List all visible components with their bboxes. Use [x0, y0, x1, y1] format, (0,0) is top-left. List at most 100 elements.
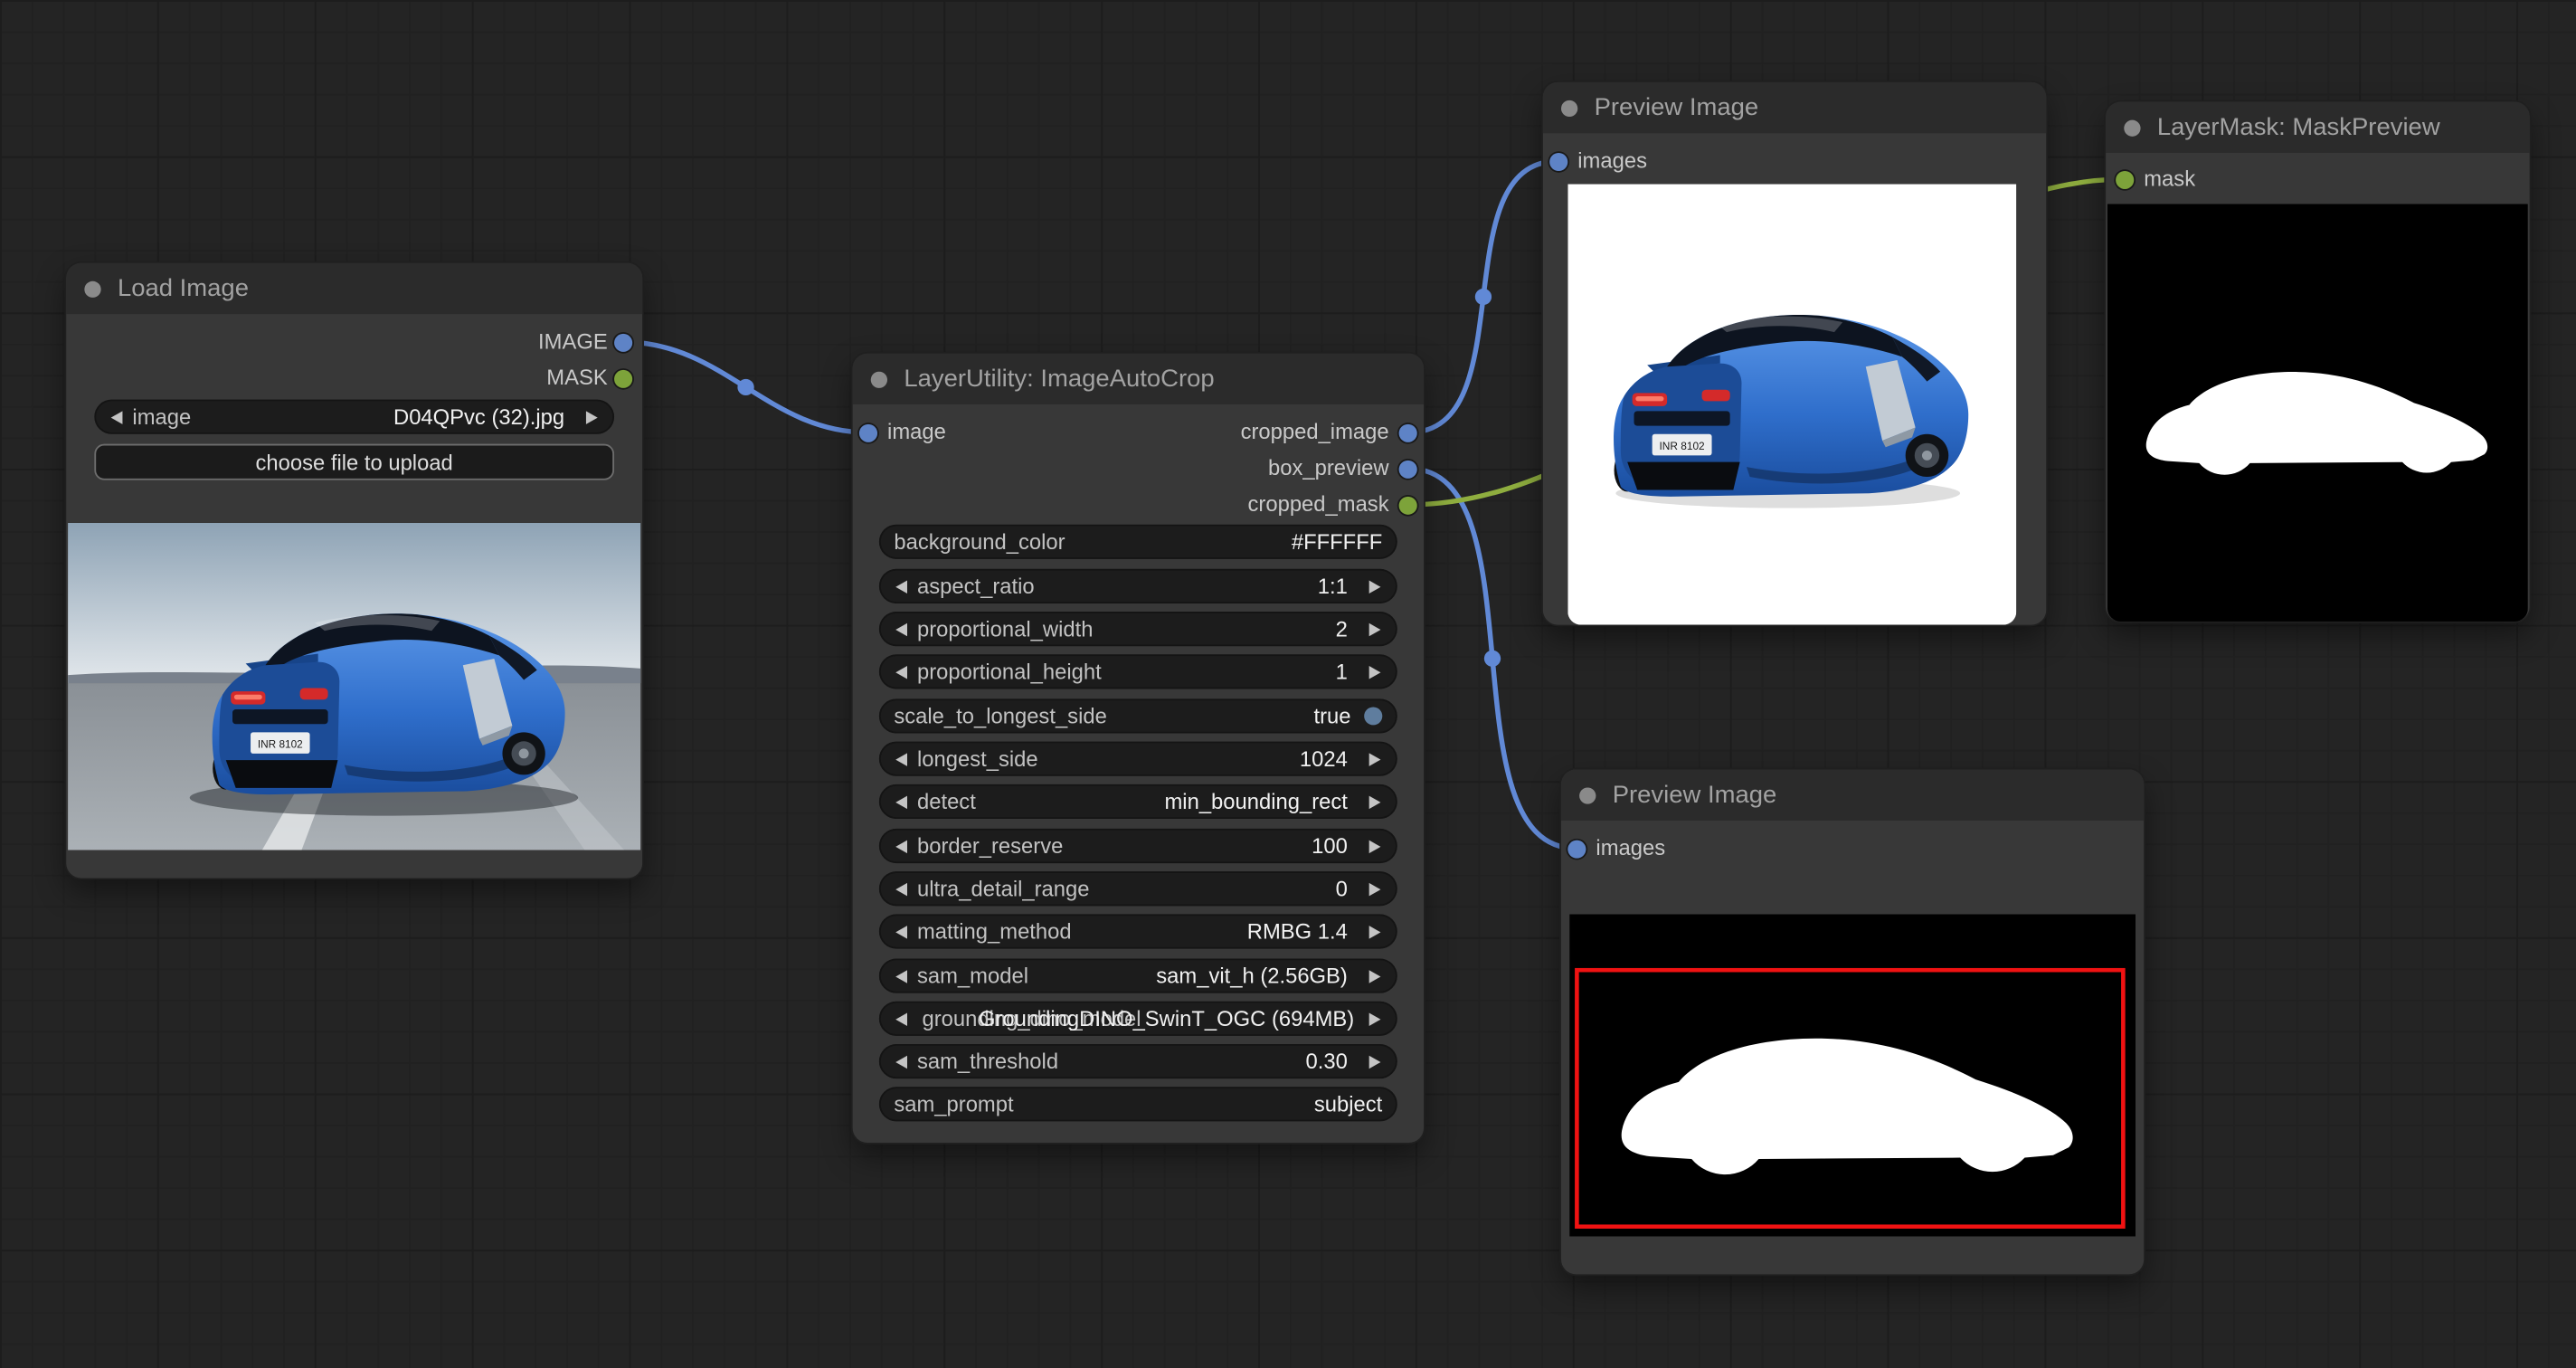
widget-border-reserve[interactable]: border_reserve 100 — [879, 829, 1397, 863]
widget-value: 0.30 — [1306, 1049, 1348, 1073]
decrement-arrow-icon[interactable] — [894, 958, 917, 993]
widget-label: scale_to_longest_side — [894, 704, 1106, 728]
output-port-box-preview[interactable] — [1399, 461, 1417, 479]
decrement-arrow-icon[interactable] — [894, 1002, 917, 1036]
loaded-image-preview — [68, 523, 640, 850]
decrement-arrow-icon[interactable] — [894, 914, 917, 948]
widget-sam-threshold[interactable]: sam_threshold 0.30 — [879, 1044, 1397, 1078]
decrement-arrow-icon[interactable] — [894, 654, 917, 689]
input-port-image[interactable] — [859, 424, 877, 442]
input-port-images[interactable] — [1567, 841, 1586, 859]
widget-label: border_reserve — [917, 833, 1063, 858]
increment-arrow-icon[interactable] — [1359, 829, 1383, 863]
box-preview-image — [1569, 914, 2136, 1236]
widget-value: D04QPvc (32).jpg — [393, 404, 564, 429]
widget-longest-side[interactable]: longest_side 1024 — [879, 742, 1397, 776]
link-midpoint-dot — [1484, 651, 1501, 667]
widget-label: matting_method — [917, 919, 1072, 944]
increment-arrow-icon[interactable] — [1359, 914, 1383, 948]
decrement-arrow-icon[interactable] — [894, 829, 917, 863]
widget-grounding-dino-model[interactable]: grounding_dino_model GroundingDINO_SwinT… — [879, 1002, 1397, 1036]
widget-proportional-width[interactable]: proportional_width 2 — [879, 612, 1397, 646]
link-midpoint-dot — [1475, 289, 1492, 305]
output-label-cropped-image: cropped_image — [1241, 421, 1389, 443]
choose-file-button-label: choose file to upload — [256, 450, 453, 474]
widget-value: #FFFFFF — [1292, 529, 1382, 554]
increment-arrow-icon[interactable] — [1359, 1002, 1383, 1036]
node-graph-canvas[interactable]: INR 8102 Load Image — [0, 0, 2576, 1368]
increment-arrow-icon[interactable] — [1359, 742, 1383, 776]
node-title: Preview Image — [1613, 781, 1777, 809]
widget-label: proportional_height — [917, 660, 1102, 684]
decrement-arrow-icon[interactable] — [894, 871, 917, 906]
widget-sam-model[interactable]: sam_model sam_vit_h (2.56GB) — [879, 958, 1397, 993]
widget-aspect-ratio[interactable]: aspect_ratio 1:1 — [879, 569, 1397, 603]
widget-ultra-detail-range[interactable]: ultra_detail_range 0 — [879, 871, 1397, 906]
increment-arrow-icon[interactable] — [1359, 569, 1383, 603]
node-status-dot-icon — [871, 371, 887, 387]
node-image-autocrop[interactable]: LayerUtility: ImageAutoCrop image croppe… — [853, 354, 1424, 1143]
widget-detect[interactable]: detect min_bounding_rect — [879, 784, 1397, 819]
increment-arrow-icon[interactable] — [1359, 612, 1383, 646]
output-port-mask[interactable] — [614, 370, 632, 388]
output-port-image[interactable] — [614, 334, 632, 352]
widget-label: background_color — [894, 529, 1065, 554]
node-title: Load Image — [118, 274, 249, 302]
mask-image — [2107, 204, 2528, 622]
widget-image-file[interactable]: image D04QPvc (32).jpg — [94, 400, 614, 434]
node-title-bar[interactable]: LayerUtility: ImageAutoCrop — [853, 354, 1424, 404]
widget-label: ultra_detail_range — [917, 877, 1089, 901]
node-preview-image-top[interactable]: Preview Image images — [1543, 82, 2046, 625]
output-port-cropped-mask[interactable] — [1399, 497, 1417, 515]
node-preview-image-bottom[interactable]: Preview Image images — [1561, 769, 2144, 1274]
widget-scale-to-longest-side[interactable]: scale_to_longest_side true — [879, 698, 1397, 733]
widget-matting-method[interactable]: matting_method RMBG 1.4 — [879, 914, 1397, 948]
decrement-arrow-icon[interactable] — [894, 612, 917, 646]
input-label-images: images — [1596, 837, 1665, 860]
box-preview-mask — [1569, 914, 2136, 1236]
widget-sam-prompt[interactable]: sam_prompt subject — [879, 1087, 1397, 1121]
decrement-arrow-icon[interactable] — [894, 1044, 917, 1078]
widget-proportional-height[interactable]: proportional_height 1 — [879, 654, 1397, 689]
input-port-mask[interactable] — [2116, 171, 2134, 189]
node-title-bar[interactable]: Preview Image — [1543, 82, 2046, 133]
input-port-images[interactable] — [1549, 153, 1567, 171]
widget-label: sam_model — [917, 964, 1028, 988]
node-title: LayerUtility: ImageAutoCrop — [904, 365, 1214, 393]
output-label-cropped-mask: cropped_mask — [1248, 493, 1389, 516]
node-title-bar[interactable]: Load Image — [66, 263, 642, 314]
increment-arrow-icon[interactable] — [1359, 871, 1383, 906]
increment-arrow-icon[interactable] — [1359, 654, 1383, 689]
decrement-arrow-icon[interactable] — [894, 742, 917, 776]
output-port-cropped-image[interactable] — [1399, 424, 1417, 442]
toggle-dot-icon[interactable] — [1364, 707, 1382, 725]
node-status-dot-icon — [1579, 787, 1596, 803]
node-title-bar[interactable]: LayerMask: MaskPreview — [2106, 102, 2530, 153]
node-title-bar[interactable]: Preview Image — [1561, 769, 2144, 820]
next-arrow-icon[interactable] — [576, 400, 600, 434]
widget-value: true — [1314, 704, 1351, 728]
choose-file-button[interactable]: choose file to upload — [94, 444, 614, 480]
node-load-image[interactable]: Load Image IMAGE MASK image D04QPvc (32)… — [66, 263, 642, 879]
cropped-car-image — [1567, 185, 2016, 625]
cropped-image-preview — [1567, 185, 2016, 625]
widget-label: sam_threshold — [917, 1049, 1058, 1073]
input-label-image: image — [887, 421, 946, 443]
prev-arrow-icon[interactable] — [109, 400, 133, 434]
decrement-arrow-icon[interactable] — [894, 784, 917, 819]
widget-label: image — [132, 404, 191, 429]
output-label-image: IMAGE — [538, 330, 608, 353]
increment-arrow-icon[interactable] — [1359, 1044, 1383, 1078]
node-mask-preview[interactable]: LayerMask: MaskPreview mask — [2106, 102, 2530, 622]
widget-background-color[interactable]: background_color #FFFFFF — [879, 525, 1397, 559]
increment-arrow-icon[interactable] — [1359, 784, 1383, 819]
widget-value: sam_vit_h (2.56GB) — [1156, 964, 1348, 988]
mask-preview-image — [2107, 204, 2528, 622]
decrement-arrow-icon[interactable] — [894, 569, 917, 603]
node-status-dot-icon — [84, 280, 100, 297]
widget-label: sam_prompt — [894, 1092, 1013, 1116]
widget-value: 1024 — [1300, 746, 1348, 771]
increment-arrow-icon[interactable] — [1359, 958, 1383, 993]
node-status-dot-icon — [1561, 100, 1577, 116]
widget-label: proportional_width — [917, 616, 1093, 641]
